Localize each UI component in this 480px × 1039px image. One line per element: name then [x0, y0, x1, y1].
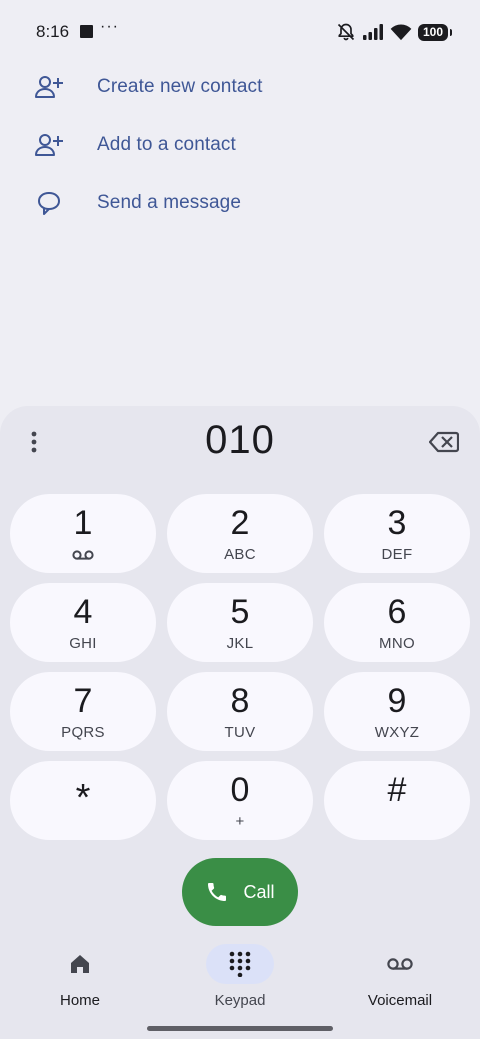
gesture-home-indicator[interactable] [147, 1026, 333, 1031]
key-letters: TUV [224, 724, 256, 741]
home-icon [71, 955, 89, 973]
notification-square-icon [80, 25, 93, 38]
backspace-button[interactable] [424, 424, 464, 460]
more-notifications-icon: ··· [100, 18, 119, 35]
bottom-navigation: Home Keypad Voicemail [0, 944, 480, 1024]
nav-keypad-label: Keypad [214, 992, 266, 1009]
contact-suggestions: Create new contact Add to a contact Send… [0, 58, 480, 232]
keypad-row: * 0 + # [10, 761, 470, 840]
create-new-contact-label: Create new contact [97, 76, 263, 97]
key-digit: 9 [387, 682, 407, 720]
call-button[interactable]: Call [182, 858, 298, 926]
key-letters: MNO [379, 635, 415, 652]
keypad-row: 1 2 ABC 3 DEF [10, 494, 470, 573]
key-letters: PQRS [61, 724, 105, 741]
key-digit: 3 [387, 504, 407, 542]
key-0[interactable]: 0 + [167, 761, 313, 840]
nav-pill [46, 944, 114, 984]
key-4[interactable]: 4 GHI [10, 583, 156, 662]
call-label: Call [243, 881, 275, 902]
signal-icon [363, 24, 383, 40]
key-digit: 8 [230, 682, 250, 720]
key-letters: DEF [381, 546, 413, 563]
key-5[interactable]: 5 JKL [167, 583, 313, 662]
nav-home-label: Home [59, 992, 100, 1009]
keypad-row: 4 GHI 5 JKL 6 MNO [10, 583, 470, 662]
keypad: 1 2 ABC 3 DEF 4 GHI 5 JKL 6 MNO 7 PQRS 8… [10, 494, 470, 850]
status-time: 8:16 [36, 22, 70, 41]
nav-pill [366, 944, 434, 984]
status-icons: 100 [336, 22, 452, 42]
nav-home[interactable]: Home [20, 944, 140, 1009]
backspace-icon [429, 431, 459, 453]
add-to-contact-label: Add to a contact [97, 134, 236, 155]
key-9[interactable]: 9 WXYZ [324, 672, 470, 751]
key-digit: 4 [73, 593, 93, 631]
key-star[interactable]: * [10, 761, 156, 840]
key-digit: 1 [73, 504, 93, 542]
key-digit: * [75, 777, 91, 819]
key-digit: 0 [230, 771, 250, 809]
create-new-contact-item[interactable]: Create new contact [0, 58, 480, 116]
nav-pill-active [206, 944, 274, 984]
key-digit: 5 [230, 593, 250, 631]
key-letters: JKL [226, 635, 254, 652]
person-add-icon [34, 72, 64, 102]
send-message-item[interactable]: Send a message [0, 174, 480, 232]
key-digit: 2 [230, 504, 250, 542]
keypad-row: 7 PQRS 8 TUV 9 WXYZ [10, 672, 470, 751]
key-3[interactable]: 3 DEF [324, 494, 470, 573]
send-message-label: Send a message [97, 192, 241, 213]
status-bar: 8:16 ··· 100 [0, 0, 480, 64]
person-add-icon [34, 130, 64, 160]
key-1[interactable]: 1 [10, 494, 156, 573]
wifi-icon [390, 24, 412, 41]
key-letters: + [235, 813, 245, 830]
key-hash[interactable]: # [324, 761, 470, 840]
key-digit: # [387, 771, 407, 809]
silent-bell-icon [337, 23, 355, 41]
key-6[interactable]: 6 MNO [324, 583, 470, 662]
voicemail-icon [72, 546, 94, 564]
nav-keypad[interactable]: Keypad [180, 944, 300, 1009]
key-2[interactable]: 2 ABC [167, 494, 313, 573]
dialed-number[interactable]: 010 [0, 418, 480, 463]
key-digit: 6 [387, 593, 407, 631]
battery-indicator: 100 [418, 23, 452, 41]
key-7[interactable]: 7 PQRS [10, 672, 156, 751]
voicemail-icon [387, 958, 413, 970]
nav-voicemail-label: Voicemail [367, 992, 433, 1009]
key-8[interactable]: 8 TUV [167, 672, 313, 751]
key-digit: 7 [73, 682, 93, 720]
dialpad-icon [229, 951, 251, 977]
key-letters: GHI [69, 635, 97, 652]
message-icon [34, 188, 64, 218]
key-letters: WXYZ [374, 724, 420, 741]
phone-icon [208, 883, 227, 901]
key-letters: ABC [224, 546, 256, 563]
add-to-contact-item[interactable]: Add to a contact [0, 116, 480, 174]
digits-row: 010 [0, 406, 480, 484]
nav-voicemail[interactable]: Voicemail [340, 944, 460, 1009]
